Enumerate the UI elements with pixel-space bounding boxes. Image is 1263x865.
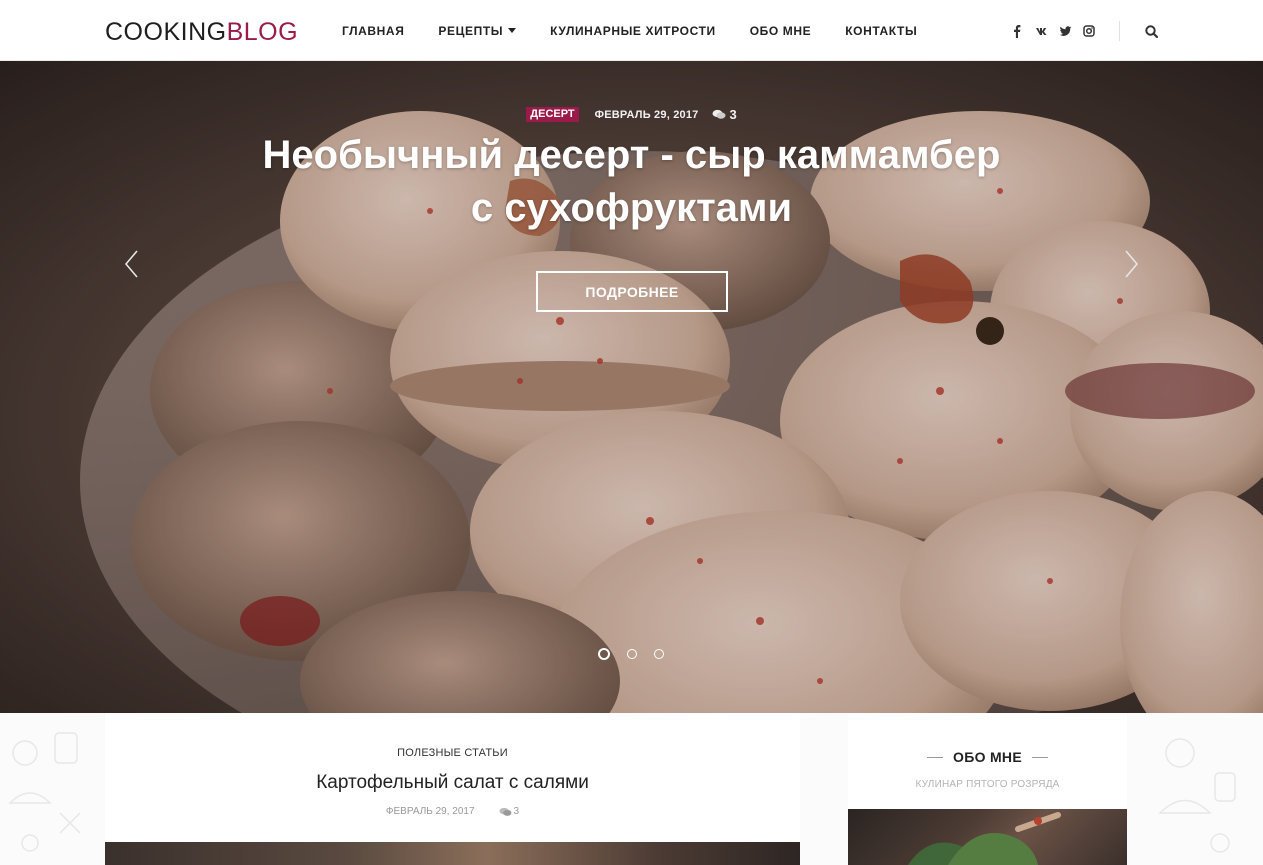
food-doodle-pattern-left (8, 732, 81, 852)
hero-meta: ДЕСЕРТ ФЕВРАЛЬ 29, 2017 3 (0, 107, 1263, 122)
hero-date: ФЕВРАЛЬ 29, 2017 (594, 108, 699, 121)
title-line-right (1031, 756, 1048, 758)
social-links (1011, 22, 1107, 40)
sidebar-about-title-text: ОБО МНЕ (953, 749, 1022, 765)
article-category[interactable]: ПОЛЕЗНЫЕ СТАТЬИ (105, 747, 800, 759)
main-nav: ГЛАВНАЯ РЕЦЕПТЫ КУЛИНАРНЫЕ ХИТРОСТИ ОБО … (342, 0, 951, 61)
hero-category-badge[interactable]: ДЕСЕРТ (526, 107, 579, 122)
article-date: ФЕВРАЛЬ 29, 2017 (385, 806, 475, 817)
food-doodle-pattern-right (1158, 738, 1236, 853)
main-content: ПОЛЕЗНЫЕ СТАТЬИ Картофельный салат с сал… (0, 713, 1263, 865)
nav-item-about-label: ОБО МНЕ (749, 23, 812, 38)
nav-item-cooking-tricks-label: КУЛИНАРНЫЕ ХИТРОСТИ (550, 23, 716, 38)
nav-item-home-label: ГЛАВНАЯ (342, 23, 405, 38)
sidebar-about-subtitle: КУЛИНАР ПЯТОГО РОЗРЯДА (915, 779, 1060, 790)
hero-title[interactable]: Необычный десерт - сыр каммамбер с сухоф… (0, 129, 1263, 235)
comments-icon (712, 109, 726, 119)
hero-title-line2: с сухофруктами (470, 186, 793, 230)
vk-icon[interactable] (1035, 24, 1047, 38)
sidebar-about: ОБО МНЕ КУЛИНАР ПЯТОГО РОЗРЯДА (848, 713, 1127, 865)
article-comments[interactable]: 3 (499, 806, 520, 817)
slider-next-arrow[interactable] (1121, 249, 1141, 279)
instagram-icon[interactable] (1083, 24, 1095, 38)
nav-item-home[interactable]: ГЛАВНАЯ (342, 24, 404, 38)
chevron-right-icon (1125, 250, 1139, 278)
site-header: COOKINGBLOG ГЛАВНАЯ РЕЦЕПТЫ КУЛИНАРНЫЕ Х… (0, 0, 1263, 61)
caret-down-icon (508, 28, 517, 33)
slider-dot-3[interactable] (654, 649, 664, 659)
nav-item-recipes-label: РЕЦЕПТЫ (438, 23, 504, 38)
header-divider (1119, 21, 1120, 41)
twitter-icon[interactable] (1059, 24, 1072, 38)
nav-item-about[interactable]: ОБО МНЕ (750, 24, 812, 38)
title-line-left (927, 756, 944, 758)
slider-dot-2[interactable] (627, 649, 637, 659)
read-more-button[interactable]: ПОДРОБНЕЕ (536, 271, 728, 312)
logo-part-blog: BLOG (226, 18, 299, 46)
slider-dot-1[interactable] (598, 648, 610, 660)
nav-item-recipes[interactable]: РЕЦЕПТЫ (438, 23, 517, 38)
nav-item-contacts-label: КОНТАКТЫ (845, 23, 918, 38)
article-image[interactable] (105, 842, 800, 865)
slider-prev-arrow[interactable] (122, 249, 142, 279)
hero-comments-count: 3 (729, 107, 737, 122)
search-icon[interactable] (1144, 24, 1160, 40)
slider-dots (598, 648, 681, 660)
hero-comments[interactable]: 3 (712, 107, 737, 122)
chevron-left-icon (124, 250, 138, 278)
logo-part-cooking: COOKING (105, 18, 227, 46)
comments-icon (499, 807, 511, 816)
site-logo[interactable]: COOKINGBLOG (105, 17, 298, 47)
article-card: ПОЛЕЗНЫЕ СТАТЬИ Картофельный салат с сал… (105, 713, 800, 865)
article-meta: ФЕВРАЛЬ 29, 2017 3 (105, 806, 800, 817)
hero-title-line1: Необычный десерт - сыр каммамбер (262, 133, 1001, 177)
article-title[interactable]: Картофельный салат с салями (105, 772, 800, 794)
facebook-icon[interactable] (1011, 24, 1023, 38)
nav-item-contacts[interactable]: КОНТАКТЫ (845, 24, 917, 38)
article-comments-count: 3 (513, 806, 520, 817)
sidebar-about-image (848, 809, 1127, 865)
nav-item-cooking-tricks[interactable]: КУЛИНАРНЫЕ ХИТРОСТИ (550, 24, 716, 38)
hero-slider: ДЕСЕРТ ФЕВРАЛЬ 29, 2017 3 Необычный десе… (0, 61, 1263, 713)
sidebar-about-title: ОБО МНЕ (848, 749, 1127, 765)
